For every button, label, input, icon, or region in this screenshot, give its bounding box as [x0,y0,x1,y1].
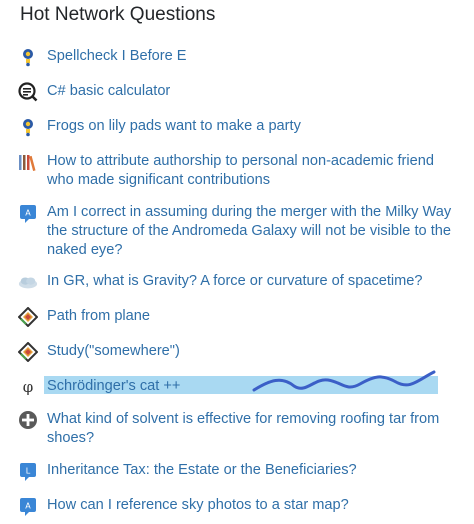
question-link[interactable]: Study("somewhere") [47,342,180,361]
list-item: What kind of solvent is effective for re… [18,410,458,448]
question-link[interactable]: How can I reference sky photos to a star… [47,496,349,515]
question-link[interactable]: How to attribute authorship to personal … [47,152,458,190]
list-item: A Am I correct in assuming during the me… [18,203,458,260]
academia-icon [18,152,38,172]
list-item: Frogs on lily pads want to make a party [18,117,458,137]
question-link[interactable]: What kind of solvent is effective for re… [47,410,458,448]
question-link[interactable]: Frogs on lily pads want to make a party [47,117,301,136]
svg-text:A: A [25,209,31,218]
code-golf-icon [18,342,38,362]
code-review-icon [18,82,38,102]
question-link[interactable]: Schrödinger's cat ++ [47,377,180,396]
list-item: φ Schrödinger's cat ++ [18,377,458,397]
question-link[interactable]: Am I correct in assuming during the merg… [47,203,458,260]
list-item: Path from plane [18,307,458,327]
question-link[interactable]: Spellcheck I Before E [47,47,187,66]
svg-text:A: A [25,502,31,511]
question-link[interactable]: C# basic calculator [47,82,170,101]
phi-icon: φ [22,378,34,396]
list-item: L Inheritance Tax: the Estate or the Ben… [18,461,458,481]
list-item: In GR, what is Gravity? A force or curva… [18,272,458,292]
astronomy-icon: A [18,203,38,223]
list-item: Spellcheck I Before E [18,47,458,67]
law-icon: L [18,461,38,481]
astronomy-icon: A [18,496,38,516]
list-item: How to attribute authorship to personal … [18,152,458,190]
list-item: Study("somewhere") [18,342,458,362]
question-link[interactable]: Inheritance Tax: the Estate or the Benef… [47,461,357,480]
list-item: C# basic calculator [18,82,458,102]
physics-icon [18,272,38,292]
svg-text:L: L [26,467,31,476]
lifehacks-icon [18,410,38,430]
question-link[interactable]: Path from plane [47,307,150,326]
page-title: Hot Network Questions [20,4,216,25]
question-link[interactable]: In GR, what is Gravity? A force or curva… [47,272,423,291]
code-golf-icon [18,307,38,327]
list-item: A How can I reference sky photos to a st… [18,496,458,516]
puzzling-icon [18,47,38,67]
puzzling-icon [18,117,38,137]
